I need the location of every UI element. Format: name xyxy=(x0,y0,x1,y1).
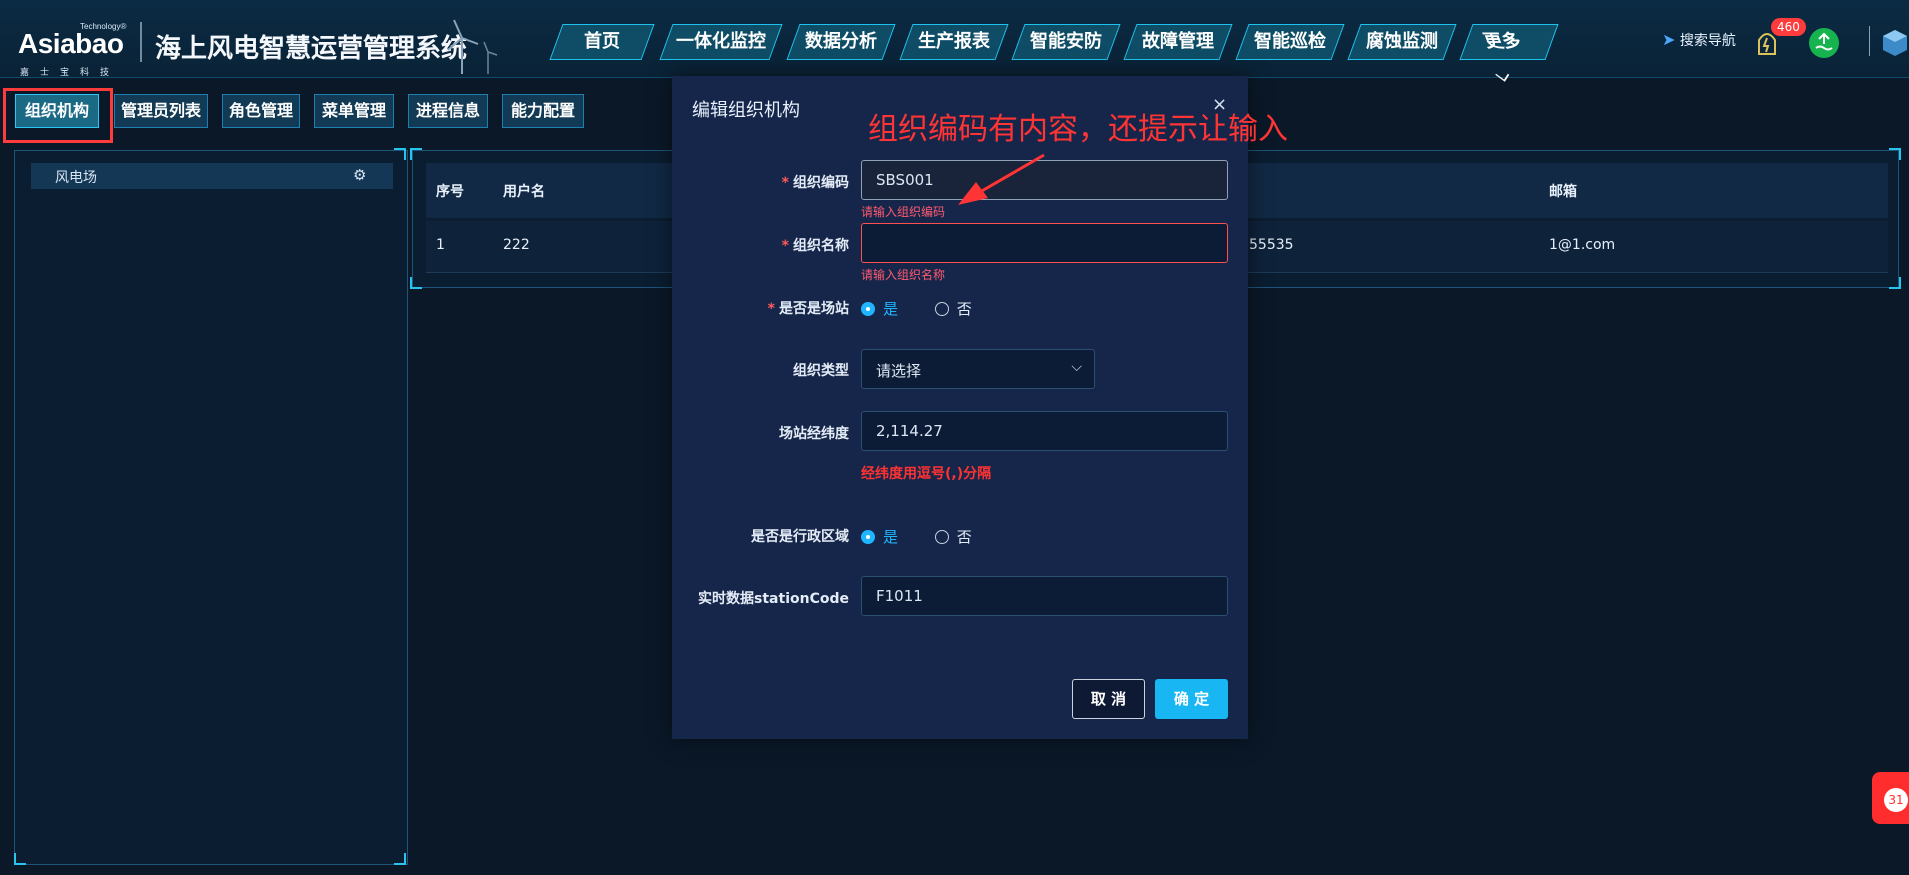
coords-input[interactable]: 2,114.27 xyxy=(861,411,1228,451)
required-mark: * xyxy=(767,301,775,317)
nav-label: 数据分析 xyxy=(805,31,877,52)
nav-more-label: 更多 ⌵ xyxy=(1461,25,1545,93)
is-station-label: * 是否是场站 xyxy=(768,298,849,318)
label-text: 组织名称 xyxy=(793,238,849,254)
label-text: 是否是场站 xyxy=(779,301,849,317)
header-divider xyxy=(140,22,142,62)
user-icon[interactable] xyxy=(1879,24,1909,60)
gear-icon[interactable]: ⚙ xyxy=(353,166,366,184)
tab-role-management[interactable]: 角色管理 xyxy=(222,94,300,128)
nav-label: 更多 xyxy=(1480,31,1525,52)
chevron-down-icon: ⌵ xyxy=(1071,359,1082,375)
is-admin-area-label: 是否是行政区域 xyxy=(751,529,849,545)
nav-label: 智能巡检 xyxy=(1254,31,1326,52)
nav-label: 首页 xyxy=(584,31,620,52)
notification-count-badge: 460 xyxy=(1771,18,1806,36)
tab-admin-list[interactable]: 管理员列表 xyxy=(114,94,208,128)
wave-icon xyxy=(1815,32,1833,51)
tab-process-info[interactable]: 进程信息 xyxy=(408,94,488,128)
required-mark: * xyxy=(781,238,789,254)
panel-corner xyxy=(1889,148,1901,160)
tab-menu-management[interactable]: 菜单管理 xyxy=(314,94,394,128)
nav-label: 故障管理 xyxy=(1142,31,1214,52)
is-admin-area-radio-group: 是 否 xyxy=(861,526,972,547)
panel-corner xyxy=(394,853,406,865)
coords-hint: 经纬度用逗号(,)分隔 xyxy=(861,466,992,482)
tab-capability-config[interactable]: 能力配置 xyxy=(502,94,584,128)
cell-email: 1@1.com xyxy=(1549,237,1616,253)
cell-index: 1 xyxy=(436,237,445,253)
station-code-input[interactable]: F1011 xyxy=(861,576,1228,616)
company-logo: Technology® Asiabao 嘉士宝科技 xyxy=(14,18,126,78)
nav-label: 智能安防 xyxy=(1030,31,1102,52)
nav-corrosion-monitoring[interactable]: 腐蚀监测 xyxy=(1347,24,1457,60)
station-status-icon[interactable] xyxy=(1809,28,1839,58)
cancel-button[interactable]: 取 消 xyxy=(1072,679,1145,719)
annotation-text: 组织编码有内容，还提示让输入 xyxy=(868,112,1288,147)
logo-wordmark: Asiabao xyxy=(18,28,124,59)
org-name-error: 请输入组织名称 xyxy=(861,268,946,282)
panel-corner xyxy=(410,148,422,160)
radio-yes[interactable] xyxy=(861,302,875,316)
radio-yes-label[interactable]: 是 xyxy=(883,528,898,546)
station-code-label: 实时数据stationCode xyxy=(698,591,849,607)
float-count-badge: 31 xyxy=(1884,788,1908,812)
nav-smart-security[interactable]: 智能安防 xyxy=(1011,24,1121,60)
tree-node-label: 风电场 xyxy=(55,170,97,186)
radio-no[interactable] xyxy=(934,530,949,544)
panel-corner xyxy=(14,853,26,865)
org-name-label: * 组织名称 xyxy=(782,235,849,255)
required-mark: * xyxy=(781,175,789,191)
panel-corner xyxy=(394,148,406,160)
org-name-input[interactable] xyxy=(861,223,1228,263)
nav-more[interactable]: 更多 ⌵ xyxy=(1459,24,1559,86)
org-code-label: * 组织编码 xyxy=(782,172,849,192)
org-tree-panel xyxy=(14,150,408,865)
nav-smart-inspection[interactable]: 智能巡检 xyxy=(1235,24,1345,60)
radio-no-label[interactable]: 否 xyxy=(957,300,972,318)
nav-label: 腐蚀监测 xyxy=(1366,31,1438,52)
org-type-label: 组织类型 xyxy=(793,363,849,379)
radio-no[interactable] xyxy=(934,302,949,316)
nav-integrated-monitoring[interactable]: 一体化监控 xyxy=(659,24,783,60)
nav-home[interactable]: 首页 xyxy=(549,24,655,60)
panel-corner xyxy=(1889,277,1901,289)
radio-yes-label[interactable]: 是 xyxy=(883,300,898,318)
radio-no-label[interactable]: 否 xyxy=(957,528,972,546)
nav-production-report[interactable]: 生产报表 xyxy=(899,24,1009,60)
confirm-button[interactable]: 确 定 xyxy=(1155,679,1228,719)
col-index-header: 序号 xyxy=(436,184,464,200)
coords-label: 场站经纬度 xyxy=(779,426,849,442)
radio-yes[interactable] xyxy=(861,530,875,544)
org-type-select[interactable]: 请选择 ⌵ xyxy=(861,349,1095,389)
label-text: 组织编码 xyxy=(793,175,849,191)
logo-chinese-text: 嘉士宝科技 xyxy=(20,68,121,78)
cell-username: 222 xyxy=(503,237,530,253)
col-username-header: 用户名 xyxy=(503,184,545,200)
annotation-arrow xyxy=(958,153,1045,205)
nav-label: 一体化监控 xyxy=(676,31,766,52)
cell-phone: 55535 xyxy=(1249,237,1294,253)
search-navigation-link[interactable]: ➤ 搜索导航 xyxy=(1662,30,1736,50)
panel-corner xyxy=(410,277,422,289)
org-code-error: 请输入组织编码 xyxy=(861,205,946,219)
windmill-icon xyxy=(447,19,498,74)
tree-node-wind-farm[interactable]: 风电场 ⚙ xyxy=(31,163,393,189)
dialog-title: 编辑组织机构 xyxy=(692,100,800,121)
select-value: 请选择 xyxy=(876,362,922,380)
annotation-highlight-box xyxy=(3,88,113,143)
floating-help-button[interactable]: 31 xyxy=(1872,772,1909,824)
nav-fault-management[interactable]: 故障管理 xyxy=(1123,24,1233,60)
app-title: 海上风电智慧运营管理系统 xyxy=(155,34,468,64)
nav-data-analysis[interactable]: 数据分析 xyxy=(786,24,896,60)
nav-label: 生产报表 xyxy=(918,31,990,52)
header-divider-right xyxy=(1869,26,1870,56)
paper-plane-icon: ➤ xyxy=(1662,30,1676,49)
search-nav-label: 搜索导航 xyxy=(1679,33,1736,49)
is-station-radio-group: 是 否 xyxy=(861,298,972,319)
col-email-header: 邮箱 xyxy=(1549,184,1577,200)
